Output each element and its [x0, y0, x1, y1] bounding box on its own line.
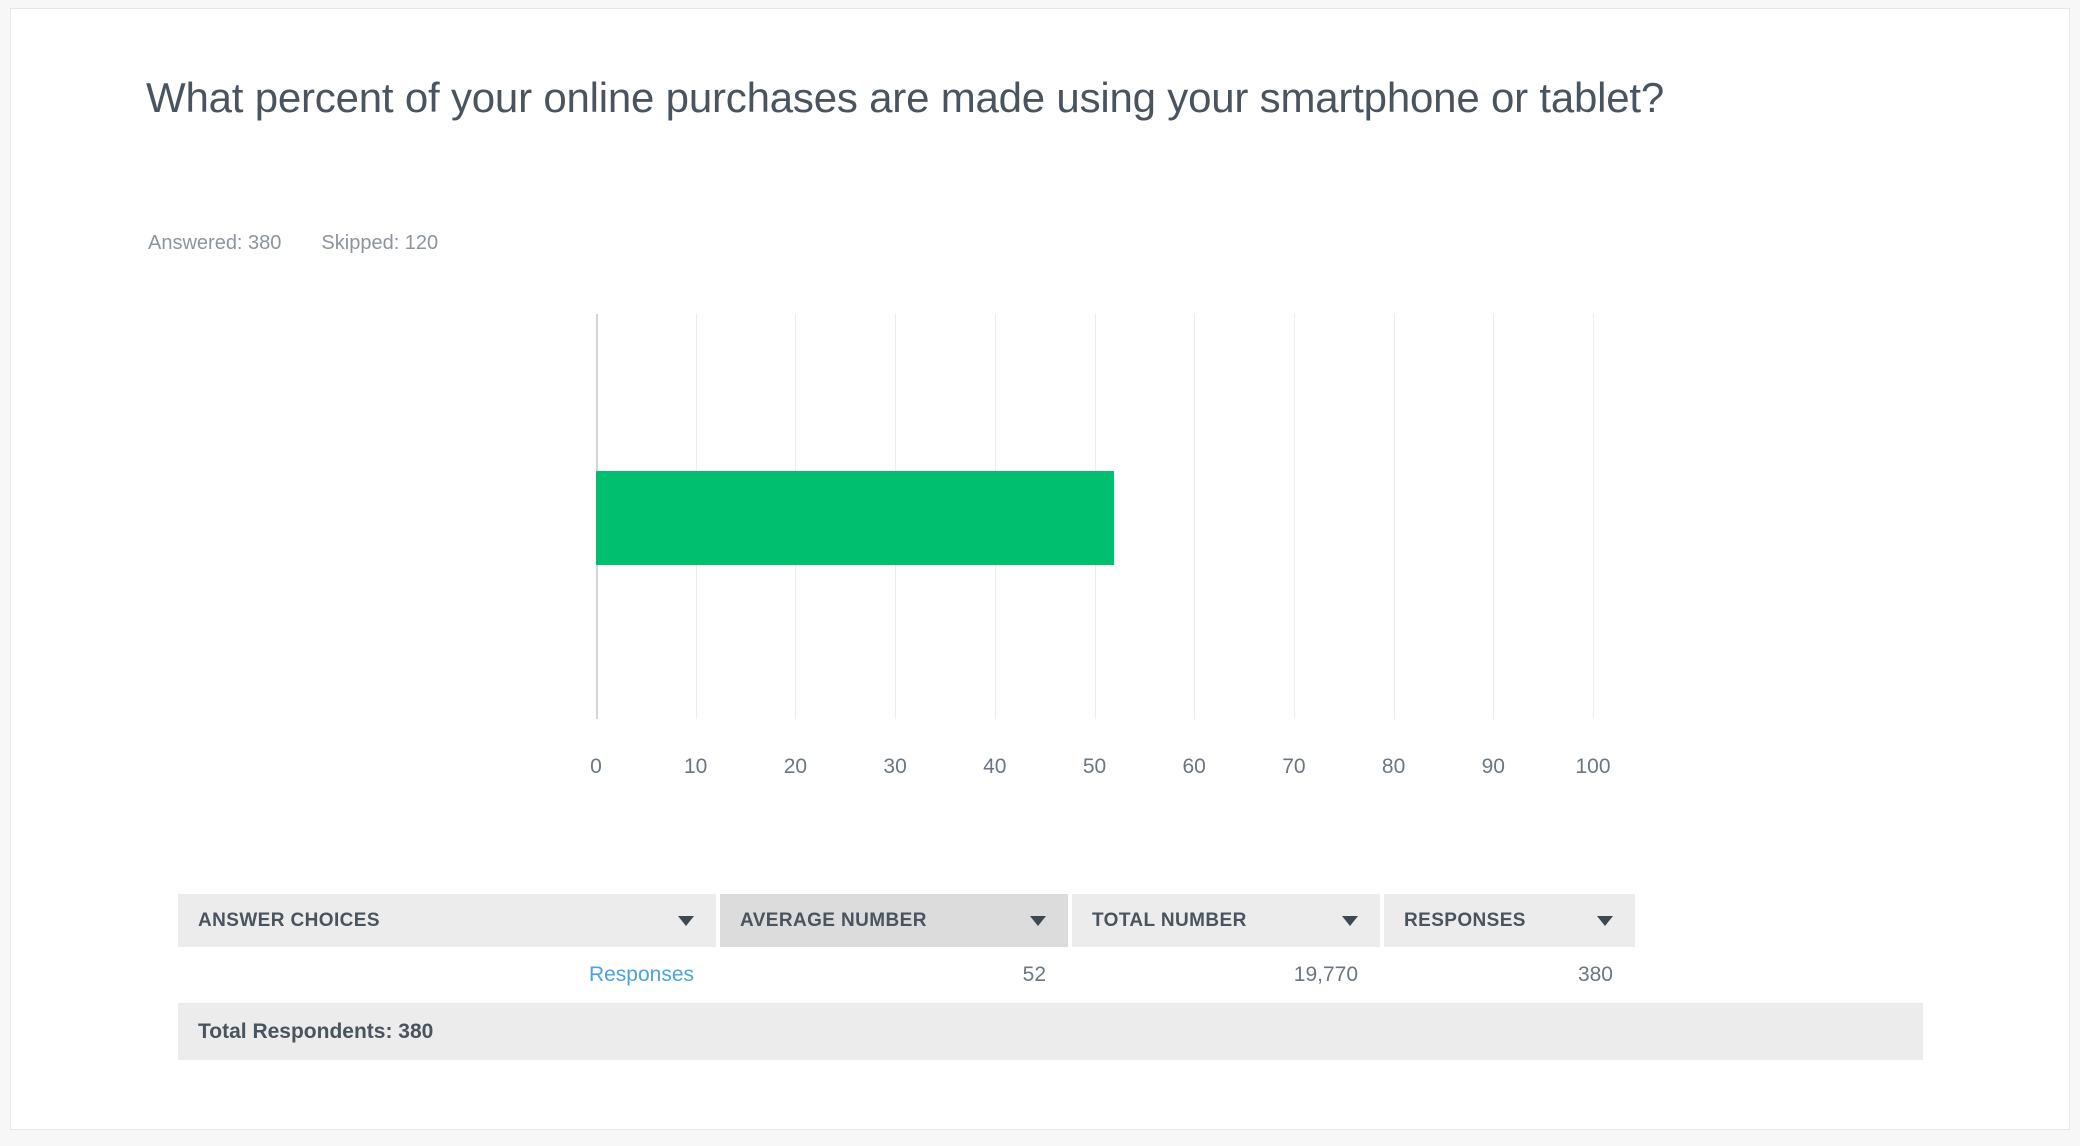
- x-axis-tick-label: 90: [1482, 755, 1505, 779]
- table-header-label: RESPONSES: [1404, 910, 1526, 932]
- average-number-value-text: 52: [1023, 963, 1046, 987]
- chevron-down-icon[interactable]: [1342, 916, 1358, 926]
- table-header-row: ANSWER CHOICES AVERAGE NUMBER TOTAL NUMBER…: [178, 894, 1923, 947]
- table-row: Responses 52 19,770 380: [178, 947, 1923, 1004]
- total-respondents-row: Total Respondents: 380: [178, 1004, 1923, 1060]
- total-number-value: 19,770: [1072, 947, 1380, 1003]
- table-header-cell[interactable]: RESPONSES: [1384, 894, 1635, 947]
- x-axis-tick-label: 0: [590, 755, 602, 779]
- chart-gridline: [1394, 314, 1395, 719]
- chart-gridline: [1294, 314, 1295, 719]
- table-body: Responses 52 19,770 380: [178, 947, 1923, 1004]
- x-axis-tick-label: 60: [1183, 755, 1206, 779]
- results-table: ANSWER CHOICES AVERAGE NUMBER TOTAL NUMBER…: [178, 894, 1923, 1060]
- table-header-label: AVERAGE NUMBER: [740, 910, 927, 932]
- table-header-cell[interactable]: AVERAGE NUMBER: [720, 894, 1068, 947]
- chart-x-axis: 0102030405060708090100: [596, 755, 1593, 785]
- chevron-down-icon[interactable]: [1597, 916, 1613, 926]
- table-header-label: ANSWER CHOICES: [198, 910, 380, 932]
- chart-plot-area: [596, 314, 1593, 719]
- x-axis-tick-label: 20: [784, 755, 807, 779]
- question-result-card: What percent of your online purchases ar…: [10, 8, 2070, 1130]
- x-axis-tick-label: 70: [1282, 755, 1305, 779]
- chevron-down-icon[interactable]: [678, 916, 694, 926]
- x-axis-tick-label: 30: [883, 755, 906, 779]
- chart-bar[interactable]: [596, 471, 1114, 565]
- x-axis-tick-label: 10: [684, 755, 707, 779]
- responses-value-text: 380: [1578, 963, 1613, 987]
- x-axis-tick-label: 40: [983, 755, 1006, 779]
- x-axis-tick-label: 50: [1083, 755, 1106, 779]
- answer-choice-link[interactable]: Responses: [178, 947, 716, 1003]
- chevron-down-icon[interactable]: [1030, 916, 1046, 926]
- chart-gridline: [1493, 314, 1494, 719]
- chart-gridline: [1194, 314, 1195, 719]
- x-axis-tick-label: 100: [1575, 755, 1610, 779]
- table-header-label: TOTAL NUMBER: [1092, 910, 1247, 932]
- responses-value: 380: [1384, 947, 1635, 1003]
- chart-gridline: [1593, 314, 1594, 719]
- answer-choice-link-text: Responses: [589, 963, 694, 987]
- table-header-cell[interactable]: ANSWER CHOICES: [178, 894, 716, 947]
- total-number-value-text: 19,770: [1294, 963, 1358, 987]
- average-number-value: 52: [720, 947, 1068, 1003]
- x-axis-tick-label: 80: [1382, 755, 1405, 779]
- table-header-cell[interactable]: TOTAL NUMBER: [1072, 894, 1380, 947]
